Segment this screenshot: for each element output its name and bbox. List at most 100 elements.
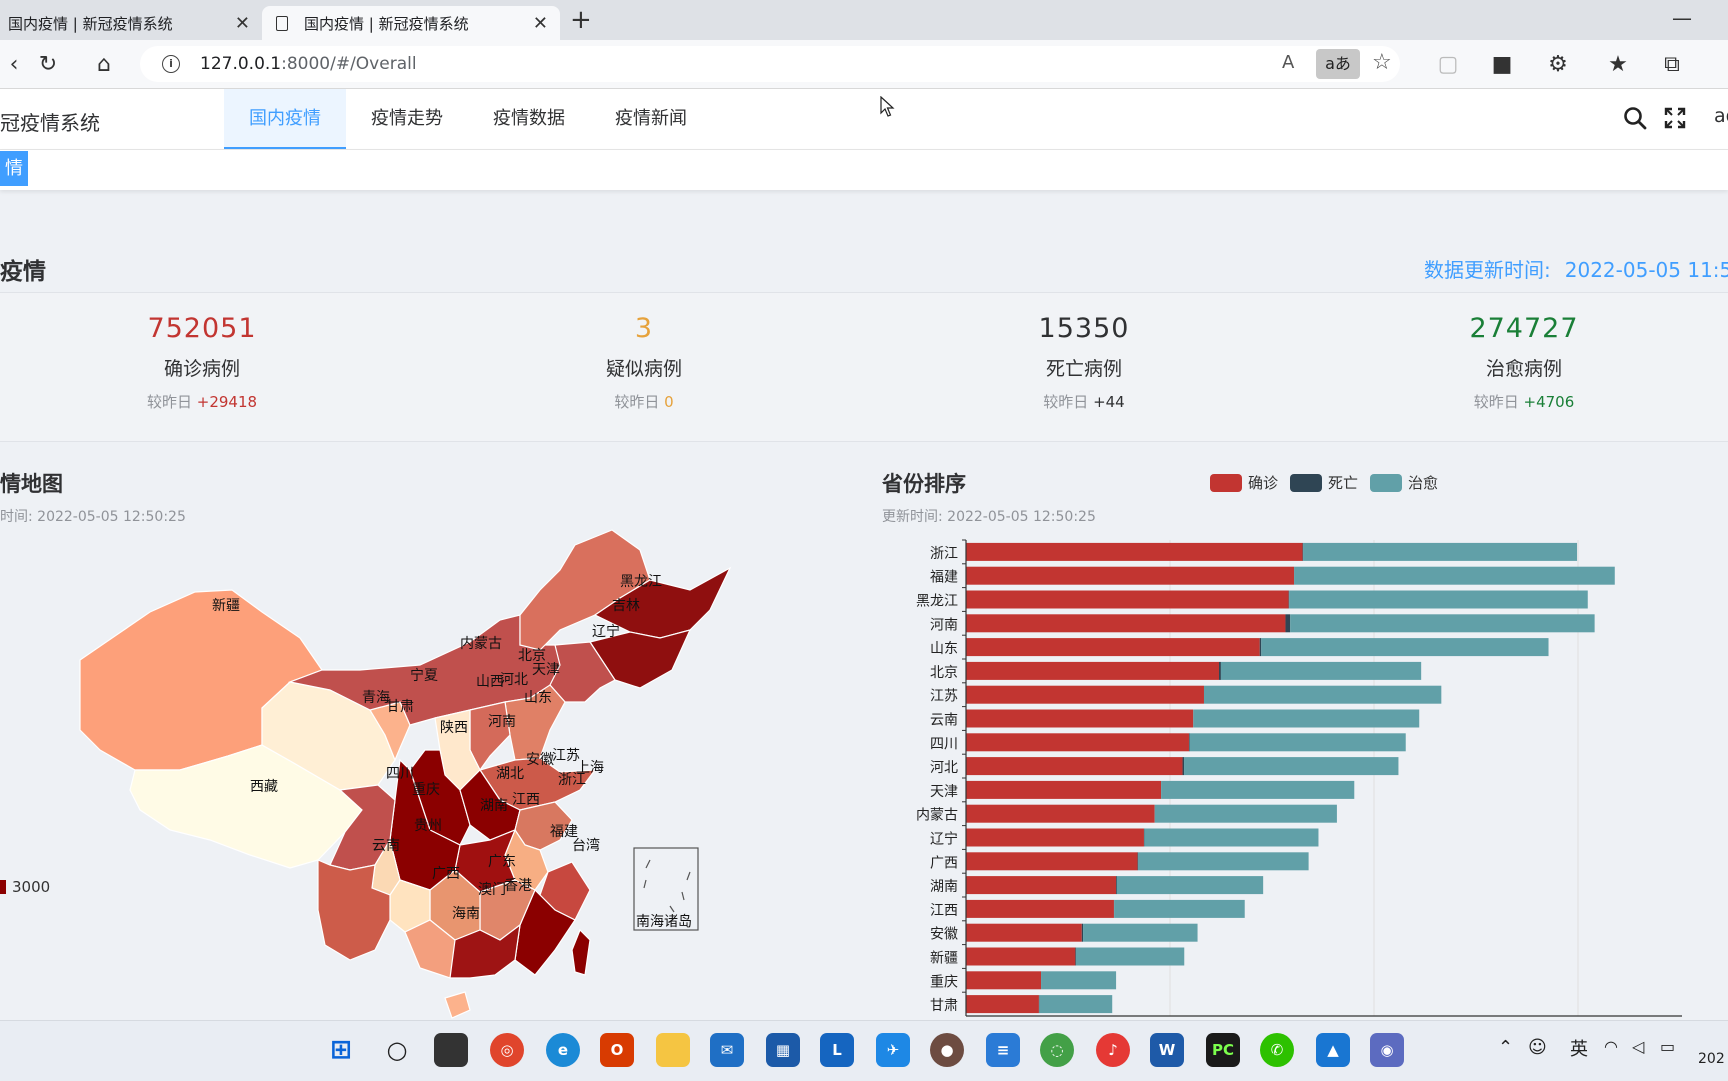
bar-治愈[interactable] [1204, 686, 1441, 704]
bar-治愈[interactable] [1138, 852, 1309, 870]
bar-确诊[interactable] [966, 662, 1219, 680]
word-icon[interactable]: W [1150, 1033, 1184, 1067]
province-rank-chart[interactable]: 浙江福建黑龙江河南山东北京江苏云南四川河北天津内蒙古辽宁广西湖南江西安徽新疆重庆… [850, 536, 1690, 1021]
collections-icon[interactable]: ⧉ [1658, 50, 1686, 78]
clock[interactable]: 202 [1698, 1051, 1725, 1067]
browser-tab-active[interactable]: 国内疫情 | 新冠疫情系统 ✕ [262, 6, 560, 40]
bar-治愈[interactable] [1155, 805, 1337, 823]
bar-确诊[interactable] [966, 900, 1114, 918]
capture-icon[interactable]: ◉ [1370, 1033, 1404, 1067]
bar-确诊[interactable] [966, 781, 1161, 799]
notepad-icon[interactable]: ≡ [986, 1033, 1020, 1067]
bar-确诊[interactable] [966, 733, 1189, 751]
battery-icon[interactable]: ▭ [1660, 1037, 1675, 1056]
pycharm-icon[interactable]: PC [1206, 1033, 1240, 1067]
tray-chevron-icon[interactable]: ⌃ [1498, 1037, 1513, 1058]
taskview-icon[interactable] [434, 1033, 468, 1067]
nav-domestic[interactable]: 国内疫情 [224, 89, 346, 149]
office-icon[interactable]: O [600, 1033, 634, 1067]
netease-music-icon[interactable]: ♪ [1096, 1033, 1130, 1067]
bar-死亡[interactable] [1219, 662, 1221, 680]
nav-trend[interactable]: 疫情走势 [346, 89, 468, 149]
bar-死亡[interactable] [1075, 948, 1076, 966]
browser-tab[interactable]: 国内疫情 | 新冠疫情系统 ✕ [0, 6, 262, 40]
bar-治愈[interactable] [1041, 971, 1116, 989]
site-info-icon[interactable]: i [162, 55, 180, 73]
bar-确诊[interactable] [966, 686, 1204, 704]
feishu-icon[interactable]: ✈ [876, 1033, 910, 1067]
app-circle-icon[interactable]: ◌ [1040, 1033, 1074, 1067]
chrome-icon[interactable]: ◎ [490, 1033, 524, 1067]
extension-icon[interactable]: ▢ [1434, 50, 1462, 78]
bar-确诊[interactable] [966, 948, 1075, 966]
bar-治愈[interactable] [1039, 995, 1112, 1013]
bar-确诊[interactable] [966, 543, 1303, 561]
bar-确诊[interactable] [966, 829, 1144, 847]
bar-治愈[interactable] [1190, 733, 1406, 751]
add-favorite-icon[interactable]: ☆ [1372, 50, 1392, 75]
search-taskbar-icon[interactable]: ○ [380, 1033, 414, 1067]
bar-确诊[interactable] [966, 805, 1155, 823]
bar-治愈[interactable] [1261, 638, 1548, 656]
bar-确诊[interactable] [966, 591, 1289, 609]
bar-死亡[interactable] [1082, 924, 1083, 942]
bar-治愈[interactable] [1161, 781, 1354, 799]
map-region[interactable] [470, 702, 510, 770]
fullscreen-icon[interactable] [1664, 107, 1686, 129]
legend-item-cured[interactable]: 治愈 [1370, 472, 1438, 493]
bar-治愈[interactable] [1294, 567, 1615, 585]
bar-治愈[interactable] [1289, 591, 1588, 609]
wechat-icon[interactable]: ✆ [1260, 1033, 1294, 1067]
volume-icon[interactable]: ◁ [1632, 1037, 1644, 1056]
bar-确诊[interactable] [966, 757, 1183, 775]
bar-死亡[interactable] [1285, 614, 1290, 632]
nav-news[interactable]: 疫情新闻 [590, 89, 712, 149]
start-icon[interactable]: ⊞ [324, 1033, 358, 1067]
bar-确诊[interactable] [966, 710, 1193, 728]
new-tab-button[interactable]: + [570, 6, 592, 34]
app-badge-icon[interactable]: ● [930, 1033, 964, 1067]
close-tab-icon[interactable]: ✕ [533, 13, 548, 34]
bar-治愈[interactable] [1117, 876, 1263, 894]
address-bar[interactable]: i 127.0.0.1:8000/#/Overall A aあ ☆ [140, 46, 1400, 82]
qq-tray-icon[interactable]: ☺ [1528, 1037, 1547, 1058]
file-explorer-icon[interactable] [656, 1033, 690, 1067]
bar-治愈[interactable] [1221, 662, 1421, 680]
map-region[interactable] [445, 992, 470, 1018]
bar-确诊[interactable] [966, 638, 1260, 656]
map-region[interactable] [572, 930, 590, 975]
bar-治愈[interactable] [1114, 900, 1245, 918]
read-aloud-icon[interactable]: A [1282, 52, 1294, 73]
close-tab-icon[interactable]: ✕ [235, 13, 250, 34]
extensions-icon[interactable]: ⚙ [1544, 50, 1572, 78]
bar-确诊[interactable] [966, 924, 1082, 942]
bar-确诊[interactable] [966, 971, 1041, 989]
home-icon[interactable]: ⌂ [90, 50, 118, 78]
wifi-icon[interactable]: ◠ [1604, 1037, 1618, 1056]
url-text[interactable]: 127.0.0.1:8000/#/Overall [200, 54, 417, 74]
bar-治愈[interactable] [1144, 829, 1318, 847]
legend-item-confirmed[interactable]: 确诊 [1210, 472, 1278, 493]
legend-item-deaths[interactable]: 死亡 [1290, 472, 1358, 493]
bar-治愈[interactable] [1303, 543, 1577, 561]
workspaces-icon[interactable]: ■ [1488, 50, 1516, 78]
back-icon[interactable]: ‹ [0, 50, 28, 78]
user-menu[interactable]: ad [1714, 105, 1728, 127]
minimize-window-button[interactable]: — [1672, 6, 1692, 30]
bar-治愈[interactable] [1184, 757, 1398, 775]
china-map[interactable]: 新疆 西藏 青海 甘肃 宁夏 内蒙古 黑龙江 吉林 辽宁 北京 天津 河北 山西… [0, 520, 760, 1020]
search-icon[interactable] [1622, 105, 1648, 131]
bar-治愈[interactable] [1083, 924, 1197, 942]
nav-data[interactable]: 疫情数据 [468, 89, 590, 149]
bar-确诊[interactable] [966, 567, 1294, 585]
store-icon[interactable]: ▦ [766, 1033, 800, 1067]
bar-确诊[interactable] [966, 876, 1116, 894]
translate-button[interactable]: aあ [1316, 49, 1360, 79]
bar-死亡[interactable] [1189, 733, 1190, 751]
edge-icon[interactable]: e [546, 1033, 580, 1067]
bar-确诊[interactable] [966, 614, 1285, 632]
bar-确诊[interactable] [966, 995, 1039, 1013]
bar-死亡[interactable] [1260, 638, 1262, 656]
ime-indicator[interactable]: 英 [1570, 1035, 1588, 1061]
active-page-tag[interactable]: 情 [0, 151, 28, 186]
